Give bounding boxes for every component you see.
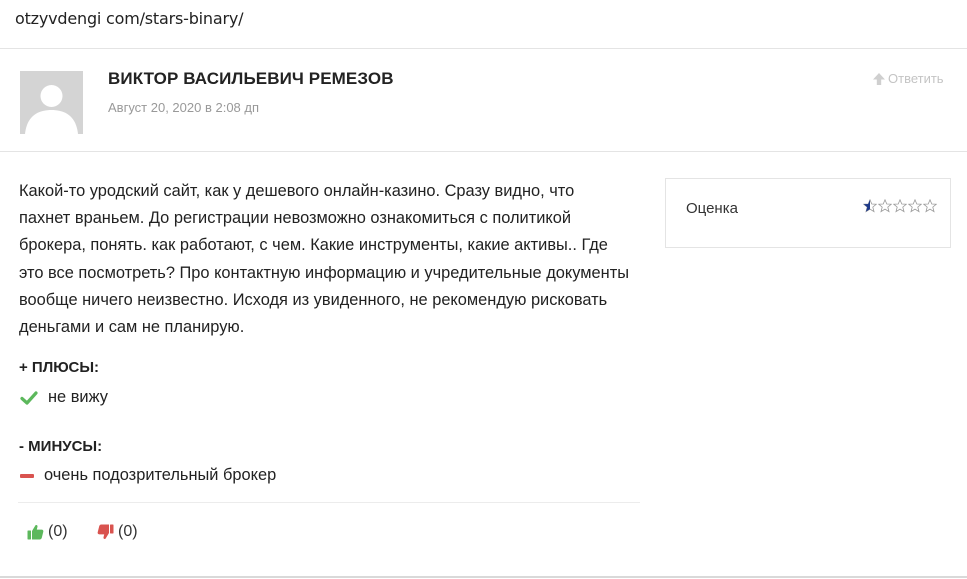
like-count: (0)	[48, 523, 68, 540]
cons-title: - МИНУСЫ:	[19, 438, 103, 455]
minus-icon	[20, 474, 34, 478]
url-text: otzyvdengi com/stars-binary/	[15, 9, 244, 28]
like-button[interactable]: (0)	[27, 523, 68, 541]
star-icon	[923, 199, 937, 213]
dislike-button[interactable]: (0)	[97, 523, 138, 541]
reply-button[interactable]: Ответить	[872, 71, 944, 86]
thumbs-up-icon	[27, 524, 44, 540]
star-icon	[893, 199, 907, 213]
rating-box: Оценка	[665, 178, 951, 248]
review-text: Какой-то уродский сайт, как у дешевого о…	[19, 182, 629, 337]
star-icon	[908, 199, 922, 213]
avatar-placeholder-icon	[20, 71, 83, 134]
rating-label: Оценка	[686, 200, 738, 217]
pros-item: не вижу	[20, 388, 108, 407]
reply-label: Ответить	[888, 71, 944, 86]
address-bar[interactable]: otzyvdengi com/stars-binary/	[0, 0, 967, 48]
divider	[0, 576, 967, 578]
star-icon	[863, 199, 877, 213]
divider	[0, 48, 967, 49]
divider	[18, 502, 640, 503]
cons-item: очень подозрительный брокер	[20, 466, 276, 485]
arrow-up-icon	[873, 72, 885, 85]
rating-stars	[863, 199, 937, 213]
pros-title: + ПЛЮСЫ:	[19, 359, 100, 376]
author-name: ВИКТОР ВАСИЛЬЕВИЧ РЕМЕЗОВ	[108, 69, 394, 88]
thumbs-down-icon	[97, 524, 114, 540]
pros-item-text: не вижу	[48, 388, 108, 406]
cons-item-text: очень подозрительный брокер	[44, 466, 277, 484]
review-date: Август 20, 2020 в 2:08 дп	[108, 100, 260, 115]
check-icon	[20, 390, 38, 405]
star-icon	[878, 199, 892, 213]
avatar	[20, 71, 83, 134]
divider	[0, 151, 967, 152]
dislike-count: (0)	[118, 523, 138, 540]
